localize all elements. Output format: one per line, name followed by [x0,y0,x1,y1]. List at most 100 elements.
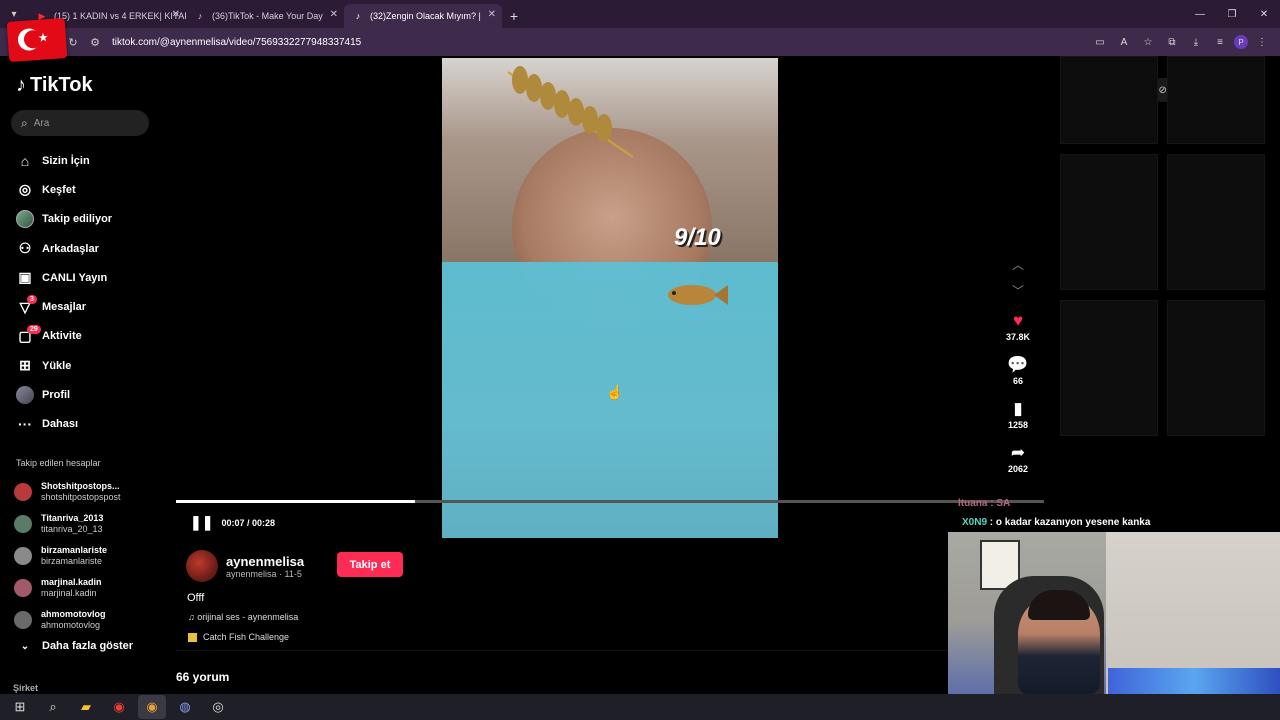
account-avatar [14,483,32,501]
sidebar-item-kesfet[interactable]: ◎ Keşfet [16,175,166,204]
grid-cell[interactable] [1060,300,1158,436]
chevron-down-icon[interactable]: ﹀ [1010,282,1026,308]
messages-badge: 3 [27,295,37,305]
close-tab-icon[interactable]: ✕ [172,9,180,20]
sidebar-item-aktivite[interactable]: ▢ 29 Aktivite [16,322,166,351]
chrome-icon[interactable]: ◉ [105,695,133,719]
sidebar-item-mesajlar[interactable]: ▽ 3 Mesajlar [16,292,166,321]
discord-icon[interactable]: ◍ [171,695,199,719]
following-account[interactable]: Shotshitpostops... shotshitpostopspost [14,476,169,508]
close-window-icon[interactable]: ✕ [1248,0,1280,28]
score-text: 9/10 [674,224,721,251]
chevron-down-icon: ⌄ [20,640,30,652]
video-caption: Offf [187,592,205,604]
grid-cell[interactable] [1060,56,1158,144]
sidebar-item-takip-ediliyor[interactable]: Takip ediliyor [16,205,166,234]
show-more-label: Daha fazla göster [42,640,134,652]
grid-cell[interactable] [1167,56,1265,144]
restore-icon[interactable]: ❐ [1216,0,1248,28]
site-info-icon[interactable]: ⚙ [84,31,106,53]
action-bar: ♥ 37.8K 💬 66 ▮ 1258 ➦ 2062 [996,310,1040,486]
effect-link[interactable]: Catch Fish Challenge [188,632,289,642]
save-button[interactable]: ▮ 1258 [996,398,1040,442]
bookmark-icon: ▮ [1013,399,1023,418]
account-handle: ahmomotovlog [41,620,101,630]
following-title: Takip edilen hesaplar [16,458,101,468]
minimize-icon[interactable]: — [1184,0,1216,28]
sound-link[interactable]: ♫ orijinal ses - aynenmelisa [188,612,298,622]
profile-icon [16,386,34,405]
account-handle: marjinal.kadin [41,588,97,598]
following-account[interactable]: ahmomotovlog ahmomotovlog [14,604,169,636]
video-progress-bar[interactable] [176,500,1044,503]
chevron-up-icon[interactable]: ︿ [1010,256,1026,282]
close-tab-icon[interactable]: ✕ [330,9,338,20]
browser-tab-3[interactable]: ♪ (32)Zengin Olacak Mıyım? | ✕ [344,4,502,28]
search-icon[interactable]: ⌕ [39,695,67,719]
like-count: 37.8K [1005,332,1031,342]
bookmark-star-icon[interactable]: ☆ [1138,32,1158,52]
tiktok-logo[interactable]: ♪ TikTok [16,74,93,97]
share-count: 2062 [1007,464,1029,474]
following-account[interactable]: Titanriva_2013 titanriva_20_13 [14,508,169,540]
media-icon[interactable]: ≡ [1210,32,1230,52]
turkey-flag-icon: ★ [6,18,68,62]
download-icon[interactable]: ⤓ [1186,32,1206,52]
tiktok-icon: ♪ [355,11,361,21]
stream-chat-faded: ltuana : SA [958,498,1011,509]
translate-icon[interactable]: A [1114,32,1134,52]
pause-icon[interactable]: ❚❚ [190,514,213,531]
following-account[interactable]: marjinal.kadin marjinal.kadin [14,572,169,604]
sidebar-item-yukle[interactable]: ⊞ Yükle [16,351,166,380]
video-player[interactable]: 9/10 [442,58,778,538]
chat-username: X0N9 [962,517,988,528]
windows-start-icon[interactable]: ⊞ [6,695,34,719]
cast-icon[interactable]: ▭ [1090,32,1110,52]
show-more-button[interactable]: ⌄ Daha fazla göster [16,640,133,652]
follow-button[interactable]: Takip et [337,552,403,577]
following-account[interactable]: birzamanlariste birzamanlariste [14,540,169,572]
grid-cell[interactable] [1060,154,1158,290]
account-handle: titanriva_20_13 [41,524,103,534]
grid-cell[interactable] [1167,300,1265,436]
sidebar-item-dahasi[interactable]: ··· Dahası [16,410,166,439]
chrome-active-icon[interactable]: ◉ [138,695,166,719]
sidebar-item-profil[interactable]: Profil [16,380,166,409]
like-button[interactable]: ♥ 37.8K [996,310,1040,354]
menu-dots-icon[interactable]: ⋮ [1252,32,1272,52]
grid-cell[interactable] [1167,154,1265,290]
sidebar-item-sizin-icin[interactable]: ⌂ Sizin İçin [16,146,166,175]
sidebar-item-label: Aktivite [42,330,82,343]
live-icon: ▣ [18,269,32,286]
author-info: aynenmelisa aynenmelisa · 11-5 [186,550,304,582]
search-box[interactable]: ⌕ [11,110,149,136]
obs-icon[interactable]: ◎ [204,695,232,719]
playback-controls: ❚❚ 00:07 / 00:28 [190,514,275,531]
compass-icon: ◎ [18,181,32,198]
share-button[interactable]: ➦ 2062 [996,442,1040,486]
activity-badge: 29 [27,324,41,334]
tiktok-note-icon: ♪ [16,74,26,96]
browser-tab-2[interactable]: ♪ (36)TikTok - Make Your Day ✕ [186,4,344,28]
url-field[interactable]: tiktok.com/@aynenmelisa/video/7569332277… [112,37,361,48]
search-input[interactable] [33,117,134,129]
author-avatar[interactable] [186,550,218,582]
new-tab-button[interactable]: + [502,4,526,28]
sidebar-item-label: Mesajlar [42,301,87,314]
sidebar-nav: ⌂ Sizin İçin ◎ Keşfet Takip ediliyor ⚇ A… [16,146,166,439]
profile-avatar[interactable]: P [1234,35,1248,49]
file-explorer-icon[interactable]: ▰ [72,695,100,719]
close-tab-icon[interactable]: ✕ [488,9,496,20]
home-icon: ⌂ [20,152,30,169]
account-avatar [14,547,32,565]
extensions-icon[interactable]: ⧉ [1162,32,1182,52]
sidebar-item-canli-yayin[interactable]: ▣ CANLI Yayın [16,263,166,292]
sidebar-item-label: Profil [42,389,71,402]
coin-icon[interactable]: ⊘ [1158,85,1166,96]
chat-text: : o kadar kazanıyon yesene kanka [989,517,1151,528]
sidebar-item-arkadaslar[interactable]: ⚇ Arkadaşlar [16,234,166,263]
company-link[interactable]: Şirket [13,683,38,693]
author-username[interactable]: aynenmelisa [226,554,304,569]
divider [176,650,948,651]
comment-button[interactable]: 💬 66 [996,354,1040,398]
